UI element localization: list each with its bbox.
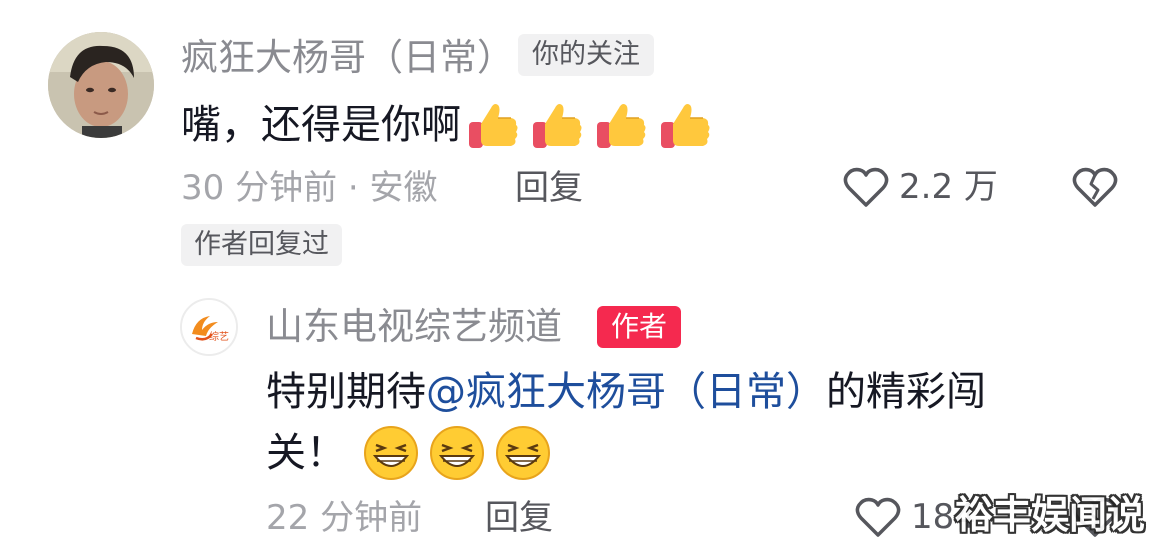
- comment-text: 嘴，还得是你啊: [181, 96, 715, 154]
- reply-text-line2: 关！: [266, 424, 552, 482]
- reply-reply-button[interactable]: 回复: [485, 497, 553, 539]
- comment-time-location: 30 分钟前 · 安徽: [181, 168, 438, 208]
- like-button[interactable]: 2.2 万: [843, 166, 998, 208]
- reply-time: 22 分钟前: [266, 498, 423, 538]
- reply-text-line1: 特别期待@疯狂大杨哥（日常）的精彩闯: [266, 366, 986, 418]
- comment-body: 嘴，还得是你啊: [181, 102, 461, 148]
- thumbs-up-icon: [469, 104, 518, 148]
- grin-squint-icon: [496, 426, 550, 480]
- reply-text-end: 关！: [266, 430, 346, 476]
- thumbs-up-icon: [597, 104, 646, 148]
- reply-text-prefix: 特别期待: [266, 369, 426, 415]
- author-badge: 作者: [597, 306, 682, 348]
- reply-avatar[interactable]: 综艺: [180, 298, 238, 356]
- broken-heart-icon[interactable]: [1072, 166, 1118, 208]
- heart-icon[interactable]: [843, 166, 889, 208]
- mention-link[interactable]: @疯狂大杨哥（日常）: [426, 369, 826, 415]
- author-replied-badge: 作者回复过: [181, 224, 342, 266]
- follow-badge: 你的关注: [518, 34, 654, 76]
- watermark: 裕丰娱闻说: [955, 493, 1146, 537]
- reply-button[interactable]: 回复: [515, 167, 583, 209]
- heart-icon[interactable]: [855, 496, 901, 538]
- logo-text: 综艺: [209, 330, 229, 343]
- thumbs-up-icon: [533, 104, 582, 148]
- grin-squint-icon: [364, 426, 418, 480]
- reply-text-suffix: 的精彩闯: [826, 369, 986, 415]
- thumbs-up-emoji-group: [465, 96, 715, 154]
- comment-username[interactable]: 疯狂大杨哥（日常）: [181, 36, 514, 80]
- reply-username[interactable]: 山东电视综艺频道: [266, 305, 562, 349]
- grin-emoji-group: [362, 424, 552, 482]
- avatar[interactable]: [48, 32, 154, 138]
- like-count: 2.2 万: [899, 167, 998, 207]
- dislike-button[interactable]: [1072, 166, 1118, 208]
- thumbs-up-icon: [661, 104, 710, 148]
- grin-squint-icon: [430, 426, 484, 480]
